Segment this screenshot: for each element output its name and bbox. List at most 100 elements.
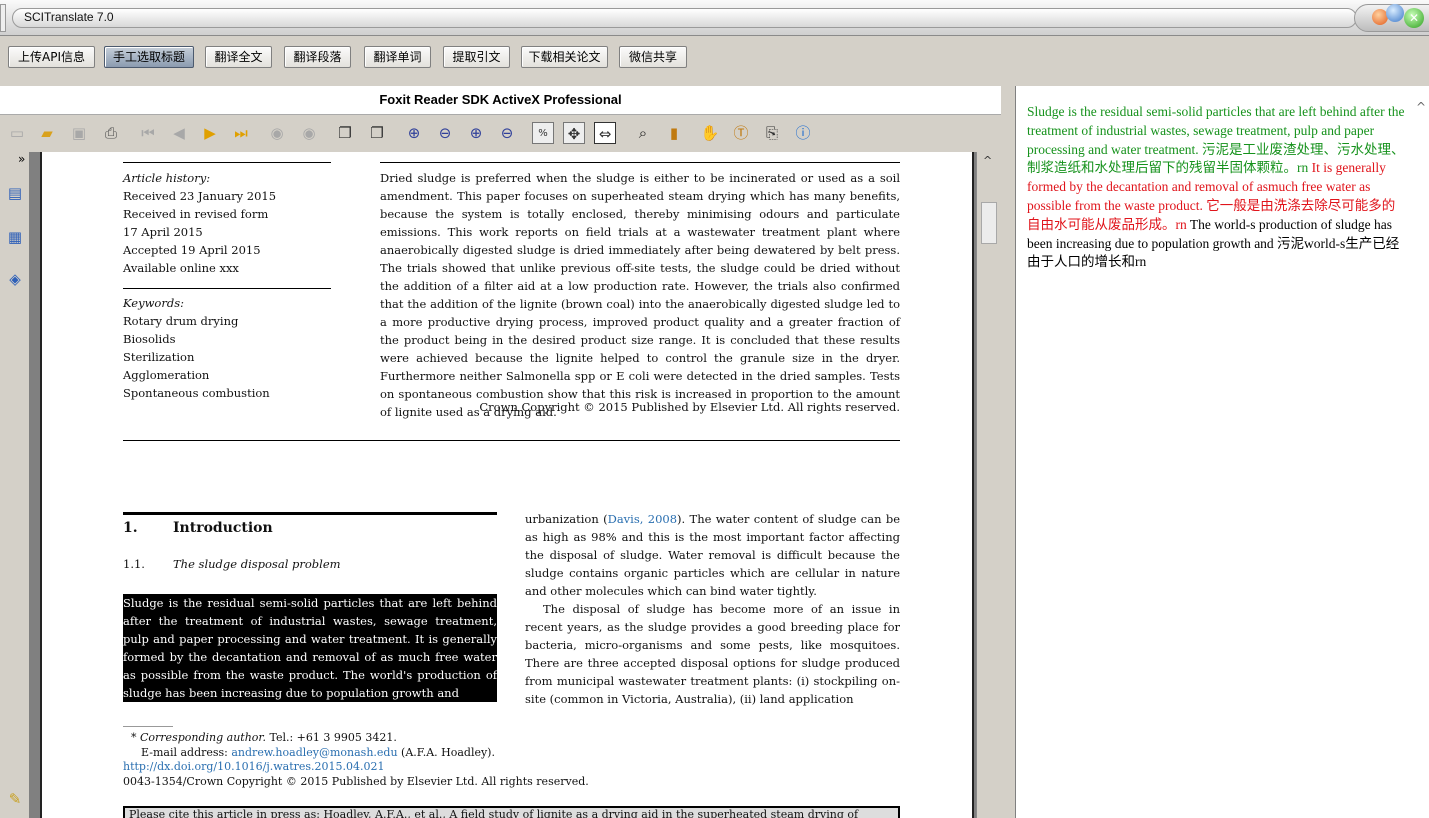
app-window: SCITranslate 7.0 ✕ 上传API信息 手工选取标题 翻译全文 翻… [0, 0, 1429, 818]
attachments-icon[interactable]: ✎ [4, 788, 26, 810]
article-history: Article history: Received 23 January 201… [123, 169, 276, 277]
find-icon[interactable]: ⌕ [632, 122, 654, 144]
subsection-title: The sludge disposal problem [173, 557, 341, 571]
right-paragraph-1: urbanization (Davis, 2008). The water co… [525, 510, 900, 600]
snapshot-icon[interactable]: ⎘ [761, 122, 783, 144]
subsection-number: 1.1. [123, 557, 145, 571]
keyword-item: Agglomeration [123, 368, 210, 382]
subsection-heading: 1.1. The sludge disposal problem [123, 557, 341, 571]
history-line: Received in revised form [123, 207, 269, 221]
translate-all-button[interactable]: 翻译全文 [205, 46, 272, 68]
main-toolbar: 上传API信息 手工选取标题 翻译全文 翻译段落 翻译单词 提取引文 下载相关论… [0, 36, 1429, 86]
pdf-page-view[interactable]: Article history: Received 23 January 201… [40, 152, 974, 818]
section-heading: 1. Introduction [123, 520, 273, 536]
text-span: (A.F.A. Hoadley). [397, 746, 495, 759]
text-span: E-mail address: [141, 746, 232, 759]
back-icon[interactable]: ◉ [266, 122, 288, 144]
zoom-minus-icon[interactable]: ⊖ [496, 122, 518, 144]
translation-pane[interactable]: Sludge is the residual semi-solid partic… [1015, 86, 1429, 818]
download-papers-button[interactable]: 下载相关论文 [521, 46, 608, 68]
scroll-thumb[interactable] [981, 202, 997, 244]
upload-api-button[interactable]: 上传API信息 [8, 46, 95, 68]
open-folder-icon[interactable]: ▰ [36, 122, 58, 144]
reader-side-panel: ▤ ▦ ◈ ✎ [0, 152, 30, 818]
fit-width-icon[interactable]: ✥ [563, 122, 585, 144]
history-line: Received 23 January 2015 [123, 189, 277, 203]
bookmark-icon[interactable]: ▮ [663, 122, 685, 144]
last-page-icon[interactable]: ⏭ [230, 122, 252, 144]
print-icon[interactable]: ⎙ [100, 122, 122, 144]
reader-toolbar: ▭ ▰ ▣ ⎙ ⏮ ◀ ▶ ⏭ ◉ ◉ ❐ ❐ ⊕ ⊖ ⊕ ⊖ % ✥ ⇔ ⌕ … [0, 114, 1001, 152]
close-icon[interactable]: ✕ [1404, 8, 1424, 28]
abstract-text: Dried sludge is preferred when the sludg… [380, 171, 900, 419]
wechat-share-button[interactable]: 微信共享 [619, 46, 687, 68]
keywords-rule [123, 288, 331, 289]
panel-toggle-icon[interactable]: » [18, 152, 25, 166]
keyword-item: Spontaneous combustion [123, 386, 270, 400]
footnote-email: E-mail address: andrew.hoadley@monash.ed… [141, 745, 495, 760]
info-icon[interactable]: ⓘ [792, 122, 814, 144]
header-bottom-rule [123, 440, 900, 441]
reader-scrollbar[interactable]: ^ [976, 152, 1001, 818]
abstract-rule [380, 162, 900, 163]
history-line: Accepted 19 April 2015 [123, 243, 261, 257]
hand-tool-icon[interactable]: ✋ [699, 122, 721, 144]
layers-icon[interactable]: ◈ [4, 268, 26, 290]
next-page-icon[interactable]: ▶ [199, 122, 221, 144]
fit-visible-icon[interactable]: ⇔ [594, 122, 616, 144]
zoom-in-icon[interactable]: ⊕ [403, 122, 425, 144]
translate-word-button[interactable]: 翻译单词 [364, 46, 431, 68]
window-title: SCITranslate 7.0 [24, 10, 114, 24]
history-head: Article history: [123, 171, 211, 185]
title-pill [12, 8, 1357, 28]
translation-text: Sludge is the residual semi-solid partic… [1027, 103, 1405, 272]
maximize-icon[interactable] [1386, 4, 1404, 22]
translate-paragraph-button[interactable]: 翻译段落 [284, 46, 351, 68]
first-page-icon[interactable]: ⏮ [137, 122, 159, 144]
text-span: urbanization ( [525, 512, 608, 526]
extract-citation-button[interactable]: 提取引文 [443, 46, 510, 68]
open-icon[interactable]: ▭ [6, 122, 28, 144]
translation-scroll-up-icon[interactable]: ^ [1416, 100, 1426, 114]
section-rule [123, 512, 497, 515]
title-bar: SCITranslate 7.0 ✕ [0, 0, 1429, 36]
percent-icon[interactable]: % [532, 122, 554, 144]
doi-link[interactable]: http://dx.doi.org/10.1016/j.watres.2015.… [123, 759, 385, 774]
zoom-out-icon[interactable]: ⊖ [434, 122, 456, 144]
select-title-button[interactable]: 手工选取标题 [104, 46, 194, 68]
keyword-item: Sterilization [123, 350, 195, 364]
zoom-plus-icon[interactable]: ⊕ [465, 122, 487, 144]
right-paragraph-2: The disposal of sludge has become more o… [525, 602, 900, 706]
fit-page-icon[interactable]: ❐ [366, 122, 388, 144]
history-rule [123, 162, 331, 163]
scroll-up-icon[interactable]: ^ [983, 154, 992, 167]
footnote-rule [123, 726, 173, 727]
right-column-text: urbanization (Davis, 2008). The water co… [525, 510, 900, 708]
thumbnails-icon[interactable]: ▦ [4, 226, 26, 248]
keyword-item: Rotary drum drying [123, 314, 239, 328]
text-tool-icon[interactable]: Ⓣ [730, 122, 752, 144]
cite-box: Please cite this article in press as: Ho… [123, 806, 900, 818]
email-link[interactable]: andrew.hoadley@monash.edu [231, 746, 397, 759]
citation-link[interactable]: Davis, 2008 [608, 512, 677, 526]
section-title: Introduction [173, 520, 273, 536]
prev-page-icon[interactable]: ◀ [168, 122, 190, 144]
actual-size-icon[interactable]: ❐ [334, 122, 356, 144]
keyword-item: Biosolids [123, 332, 176, 346]
selected-paragraph[interactable]: Sludge is the residual semi-solid partic… [123, 594, 497, 702]
text-span: * [131, 731, 140, 744]
pages-icon[interactable]: ▤ [4, 182, 26, 204]
forward-icon[interactable]: ◉ [298, 122, 320, 144]
pdf-reader: Foxit Reader SDK ActiveX Professional ▭ … [0, 86, 1001, 818]
window-tab[interactable] [0, 4, 6, 32]
history-line: Available online xxx [123, 261, 239, 275]
save-icon[interactable]: ▣ [68, 122, 90, 144]
keywords-block: Keywords: Rotary drum drying Biosolids S… [123, 294, 270, 402]
history-line: 17 April 2015 [123, 225, 203, 239]
section-number: 1. [123, 520, 138, 536]
text-span: Corresponding author. [140, 731, 266, 744]
abstract-copyright: Crown Copyright © 2015 Published by Else… [479, 400, 900, 414]
pdf-page: Article history: Received 23 January 201… [42, 152, 972, 818]
footnote-author: * Corresponding author. Tel.: +61 3 9905… [131, 730, 397, 745]
text-span: Tel.: +61 3 9905 3421. [265, 731, 397, 744]
